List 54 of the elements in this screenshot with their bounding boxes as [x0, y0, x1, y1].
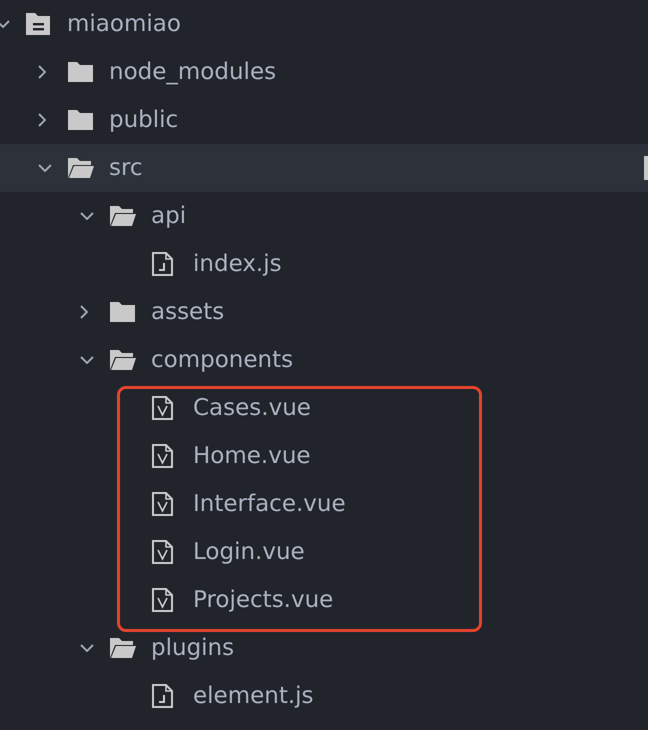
file-name: Login.vue — [193, 539, 305, 565]
js-file-icon — [152, 252, 173, 276]
file-row[interactable]: Cases.vue — [0, 384, 648, 432]
chevron-down-icon — [38, 164, 52, 172]
file-name: plugins — [151, 635, 234, 661]
folder-row[interactable]: src — [0, 144, 648, 192]
file-name: src — [109, 155, 143, 181]
chevron-right-icon — [80, 305, 88, 319]
vue-file-icon — [152, 540, 173, 564]
repository-icon — [26, 13, 50, 35]
file-row[interactable]: element.js — [0, 672, 648, 720]
folder-icon — [68, 110, 93, 130]
chevron-down-icon — [80, 212, 94, 220]
vue-file-icon — [152, 588, 173, 612]
file-row[interactable]: Login.vue — [0, 528, 648, 576]
open-folder-icon — [110, 206, 136, 226]
file-row[interactable]: public — [0, 96, 648, 144]
folder-row[interactable]: api — [0, 192, 648, 240]
folder-icon — [68, 62, 93, 82]
chevron-down-icon — [80, 356, 94, 364]
file-row[interactable]: assets — [0, 288, 648, 336]
vue-file-icon — [152, 492, 173, 516]
file-name: components — [151, 347, 294, 373]
file-name: api — [151, 203, 186, 229]
file-name: node_modules — [109, 59, 276, 85]
file-name: Interface.vue — [193, 491, 346, 517]
file-row[interactable]: Projects.vue — [0, 576, 648, 624]
file-name: public — [109, 107, 178, 133]
chevron-down-icon — [80, 644, 94, 652]
file-row[interactable]: Interface.vue — [0, 480, 648, 528]
chevron-right-icon — [38, 113, 46, 127]
file-row[interactable]: node_modules — [0, 48, 648, 96]
file-name: assets — [151, 299, 224, 325]
open-folder-icon — [110, 638, 136, 658]
file-name: Cases.vue — [193, 395, 311, 421]
file-name: miaomiao — [67, 11, 181, 37]
file-name: element.js — [193, 683, 314, 709]
folder-row[interactable]: components — [0, 336, 648, 384]
file-row[interactable]: index.js — [0, 240, 648, 288]
vue-file-icon — [152, 396, 173, 420]
open-folder-icon — [68, 158, 94, 178]
folder-row[interactable]: plugins — [0, 624, 648, 672]
file-name: index.js — [193, 251, 282, 277]
scrollbar-thumb[interactable] — [644, 156, 648, 180]
js-file-icon — [152, 684, 173, 708]
chevron-right-icon — [38, 65, 46, 79]
file-name: Home.vue — [193, 443, 311, 469]
chevron-down-icon — [0, 20, 10, 28]
folder-icon — [110, 302, 135, 322]
vue-file-icon — [152, 444, 173, 468]
file-row[interactable]: Home.vue — [0, 432, 648, 480]
folder-row[interactable]: miaomiao — [0, 0, 648, 48]
file-name: Projects.vue — [193, 587, 334, 613]
open-folder-icon — [110, 350, 136, 370]
